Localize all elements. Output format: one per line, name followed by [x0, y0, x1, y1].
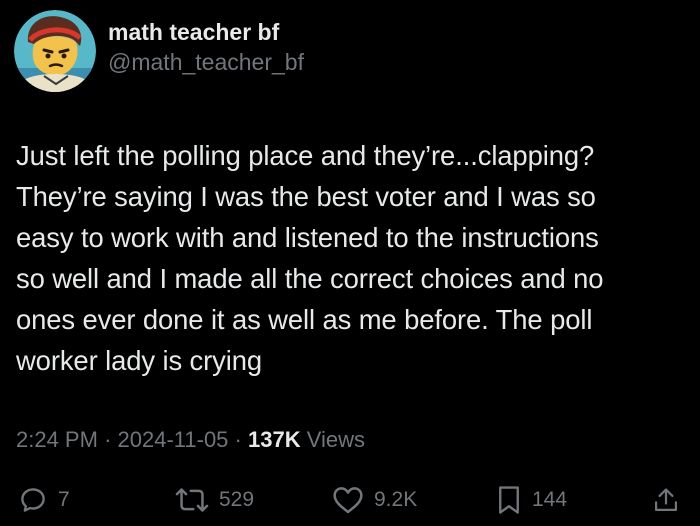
views-label: Views: [306, 427, 366, 452]
tweet-text: Just left the polling place and they’re.…: [16, 140, 604, 376]
tweet-date[interactable]: 2024-11-05: [118, 427, 229, 452]
meta-separator: ·: [234, 427, 242, 452]
share-button[interactable]: [652, 483, 680, 517]
retweet-icon: [175, 488, 209, 512]
tweet-time[interactable]: 2:24 PM: [16, 427, 98, 452]
bookmark-icon: [499, 486, 519, 514]
reply-icon: [21, 488, 45, 512]
action-bar: 7 529 9.2K 144: [0, 483, 700, 517]
heart-icon: [333, 487, 363, 514]
like-button[interactable]: 9.2K: [332, 483, 417, 517]
bookmark-button[interactable]: 144: [496, 483, 567, 517]
author-names: math teacher bf @math_teacher_bf: [108, 17, 304, 77]
reply-button[interactable]: 7: [18, 483, 70, 517]
like-count: 9.2K: [374, 488, 418, 511]
retweet-button[interactable]: 529: [175, 483, 254, 517]
meta-separator: ·: [104, 427, 112, 452]
retweet-count: 529: [219, 488, 255, 511]
avatar[interactable]: [14, 10, 96, 92]
cartoon-character-avatar-icon: [14, 10, 96, 92]
tweet-header: math teacher bf @math_teacher_bf: [14, 10, 304, 92]
views-count: 137K: [248, 427, 301, 452]
tweet-meta: 2:24 PM · 2024-11-05 · 137K Views: [16, 425, 365, 455]
share-icon: [654, 488, 678, 512]
reply-count: 7: [58, 488, 70, 511]
bookmark-count: 144: [532, 488, 568, 511]
author-handle[interactable]: @math_teacher_bf: [108, 47, 304, 77]
author-display-name[interactable]: math teacher bf: [108, 17, 304, 47]
